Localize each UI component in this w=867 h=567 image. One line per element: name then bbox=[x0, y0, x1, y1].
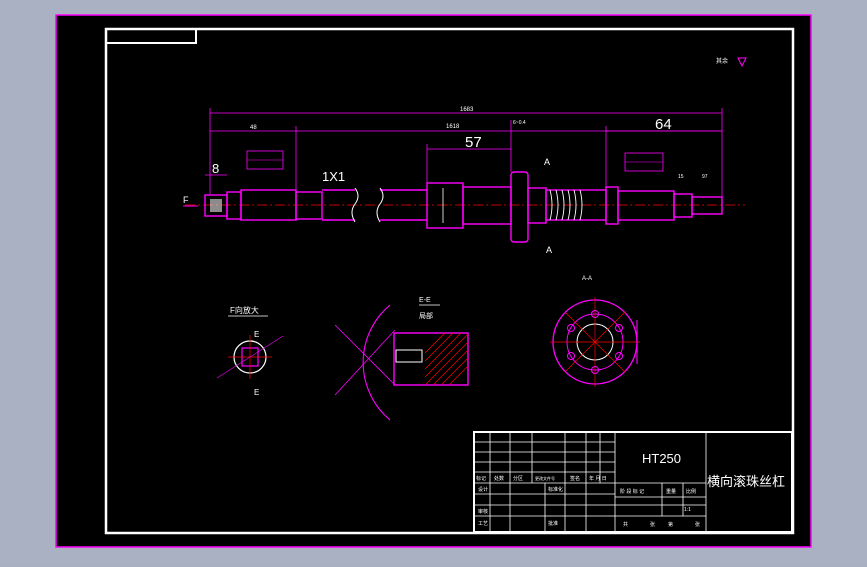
dim-57: 57 bbox=[465, 134, 482, 151]
dim-mid-len: 1618 bbox=[446, 124, 460, 130]
dim-small-1: 15 bbox=[678, 174, 684, 180]
right-header-0: 阶 段 标 记 bbox=[620, 488, 644, 495]
section-label: E-E bbox=[419, 297, 431, 304]
label-f-arrow: F bbox=[183, 195, 189, 205]
header-cell-5: 年 月 日 bbox=[589, 475, 607, 482]
row-label-0: 设计 bbox=[478, 486, 488, 493]
break-mark: 1X1 bbox=[322, 169, 345, 184]
f-view-label: F向放大 bbox=[230, 305, 259, 315]
header-cell-3: 更改文件号 bbox=[535, 475, 555, 481]
sheet-border bbox=[55, 14, 812, 548]
title-part-name: 横向滚珠丝杠 bbox=[707, 474, 785, 489]
dim-small-2: 97 bbox=[702, 174, 708, 180]
row-label-2: 工艺 bbox=[478, 521, 488, 527]
header-cell-1: 处数 bbox=[494, 475, 504, 482]
sheet-footer-3: 张 bbox=[695, 521, 700, 528]
roughness-note: 其余 bbox=[716, 57, 728, 65]
mid-label-0: 标准化 bbox=[548, 486, 563, 493]
row-label-1: 审核 bbox=[478, 508, 488, 515]
header-cell-4: 签名 bbox=[570, 475, 580, 482]
label-a-top: A bbox=[544, 157, 550, 167]
label-e-top: E bbox=[254, 330, 259, 339]
label-a-bottom: A bbox=[546, 245, 552, 255]
title-material: HT250 bbox=[642, 451, 681, 466]
dim-left-len: 48 bbox=[250, 125, 257, 131]
sheet-footer-2: 第 bbox=[668, 521, 673, 528]
label-e-bottom: E bbox=[254, 388, 259, 397]
dim-overall: 1683 bbox=[460, 107, 474, 113]
section-sub-label: 局部 bbox=[419, 311, 433, 320]
left-end-hatch bbox=[210, 199, 222, 212]
mid-label-1: 批准 bbox=[548, 520, 558, 527]
dim-small-0: 6~0.4 bbox=[513, 120, 526, 126]
title-scale: 1:1 bbox=[684, 507, 691, 513]
cad-viewport: 其余 1683 48 1618 57 64 8 1X1 6~0.4 15 97 … bbox=[0, 0, 867, 562]
header-cell-2: 分区 bbox=[513, 475, 523, 482]
dim-8: 8 bbox=[212, 161, 219, 176]
sheet-footer-0: 共 bbox=[623, 521, 628, 528]
sheet-footer-1: 张 bbox=[650, 521, 655, 528]
dim-64: 64 bbox=[655, 116, 672, 133]
cad-drawing: 其余 1683 48 1618 57 64 8 1X1 6~0.4 15 97 … bbox=[0, 0, 867, 562]
right-header-1: 重量 bbox=[666, 488, 676, 495]
header-cell-0: 标记 bbox=[476, 475, 486, 482]
aa-label: A-A bbox=[582, 276, 592, 282]
right-header-2: 比例 bbox=[686, 488, 696, 495]
